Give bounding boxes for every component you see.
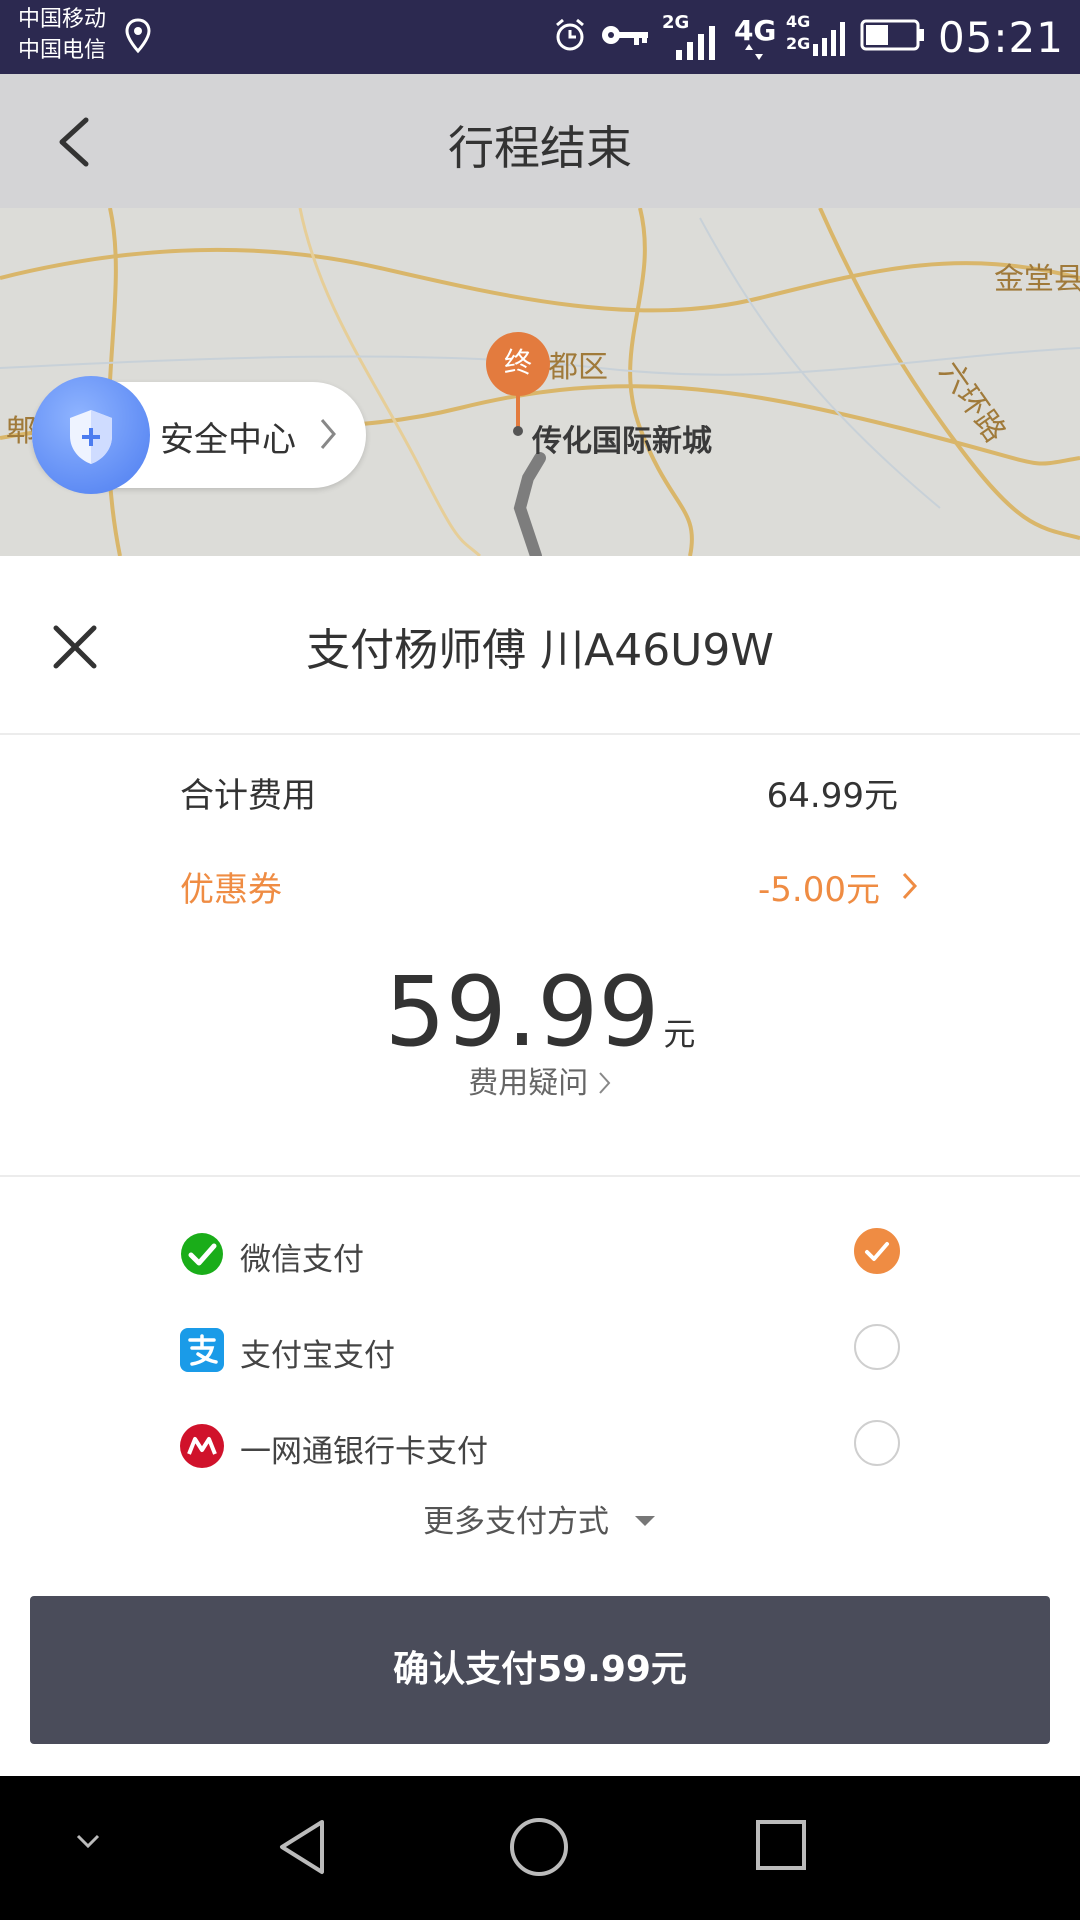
chevron-right-icon xyxy=(318,416,338,456)
signal-4g2g-icon: 4G 2G xyxy=(786,12,848,62)
alipay-icon xyxy=(180,1328,224,1372)
end-point-marker: 终 xyxy=(486,332,550,396)
circle-home-icon xyxy=(510,1818,568,1876)
pay-amount-unit: 元 xyxy=(663,1015,696,1053)
status-bar: 中国移动 中国电信 2G 4G 4G 2G 05:21 xyxy=(0,0,1080,74)
pay-method-radio[interactable] xyxy=(854,1324,900,1370)
signal-2g-icon: 2G xyxy=(662,12,722,62)
pay-method-radio[interactable] xyxy=(854,1420,900,1466)
pay-amount: 59.99 元 xyxy=(0,956,1080,1068)
triangle-back-icon xyxy=(280,1820,324,1874)
fee-question-link[interactable]: 费用疑问 xyxy=(0,1058,1080,1102)
pay-method-radio-selected[interactable] xyxy=(854,1228,900,1274)
key-icon xyxy=(600,20,650,54)
carrier-info: 中国移动 中国电信 xyxy=(18,4,106,66)
chevron-down-icon xyxy=(76,1834,100,1849)
coupon-value[interactable]: -5.00元 xyxy=(758,862,880,911)
status-icons: 2G 4G 4G 2G 05:21 xyxy=(552,10,1064,64)
signal-4g-icon: 4G xyxy=(734,12,776,62)
pay-method-alipay[interactable]: 支付宝支付 xyxy=(180,1320,900,1380)
back-nav-button[interactable] xyxy=(274,1816,330,1882)
square-recents-icon xyxy=(756,1820,806,1870)
system-nav-bar xyxy=(0,1776,1080,1920)
pay-method-wechat[interactable]: 微信支付 xyxy=(180,1224,900,1284)
cmb-card-icon xyxy=(180,1424,224,1468)
payment-sheet: 支付杨师傅 川A46U9W 合计费用 64.99元 优惠券 -5.00元 59.… xyxy=(0,556,1080,1776)
total-fee-label: 合计费用 xyxy=(180,776,316,816)
carrier-1: 中国移动 xyxy=(18,7,107,32)
pay-method-cmb-card[interactable]: 一网通银行卡支付 xyxy=(180,1416,900,1476)
pay-amount-value: 59.99 xyxy=(384,956,660,1068)
more-pay-methods-label: 更多支付方式 xyxy=(423,1504,610,1540)
recents-nav-button[interactable] xyxy=(754,1818,808,1876)
coupon-label[interactable]: 优惠券 xyxy=(180,862,282,911)
alarm-icon xyxy=(552,17,588,57)
confirm-pay-button[interactable]: 确认支付59.99元 xyxy=(30,1596,1050,1744)
home-nav-button[interactable] xyxy=(508,1816,570,1882)
end-marker-dot xyxy=(513,426,523,436)
more-pay-methods-button[interactable]: 更多支付方式 xyxy=(0,1496,1080,1541)
total-fee-value: 64.99元 xyxy=(766,776,898,816)
battery-icon xyxy=(860,18,926,56)
divider xyxy=(0,733,1080,735)
poi-label: 传化国际新城 xyxy=(532,424,712,459)
divider xyxy=(0,1175,1080,1177)
fee-question-label: 费用疑问 xyxy=(468,1066,589,1101)
carrier-2: 中国电信 xyxy=(18,38,107,63)
location-icon xyxy=(124,18,152,58)
route-map[interactable]: 都区 传化国际新城 金堂县 六环路 郫 终 安全中心 xyxy=(0,208,1080,556)
payment-title: 支付杨师傅 川A46U9W xyxy=(306,625,774,676)
coupon-chevron-icon[interactable] xyxy=(900,868,920,908)
caret-down-icon xyxy=(634,1516,655,1526)
safety-center-label: 安全中心 xyxy=(160,420,296,460)
pay-method-label: 微信支付 xyxy=(240,1242,364,1278)
district-label: 都区 xyxy=(548,350,608,385)
wechat-pay-icon xyxy=(180,1232,224,1276)
pay-method-label: 一网通银行卡支付 xyxy=(240,1434,488,1470)
safety-center-button[interactable]: 安全中心 xyxy=(32,376,366,494)
title-bar: 行程结束 xyxy=(0,74,1080,208)
hide-nav-button[interactable] xyxy=(74,1832,102,1856)
shield-icon xyxy=(32,376,150,494)
town-label: 金堂县 xyxy=(994,262,1080,297)
clock: 05:21 xyxy=(937,12,1064,62)
pay-method-label: 支付宝支付 xyxy=(240,1338,395,1374)
chevron-right-icon xyxy=(599,1072,611,1094)
page-title: 行程结束 xyxy=(448,121,632,175)
